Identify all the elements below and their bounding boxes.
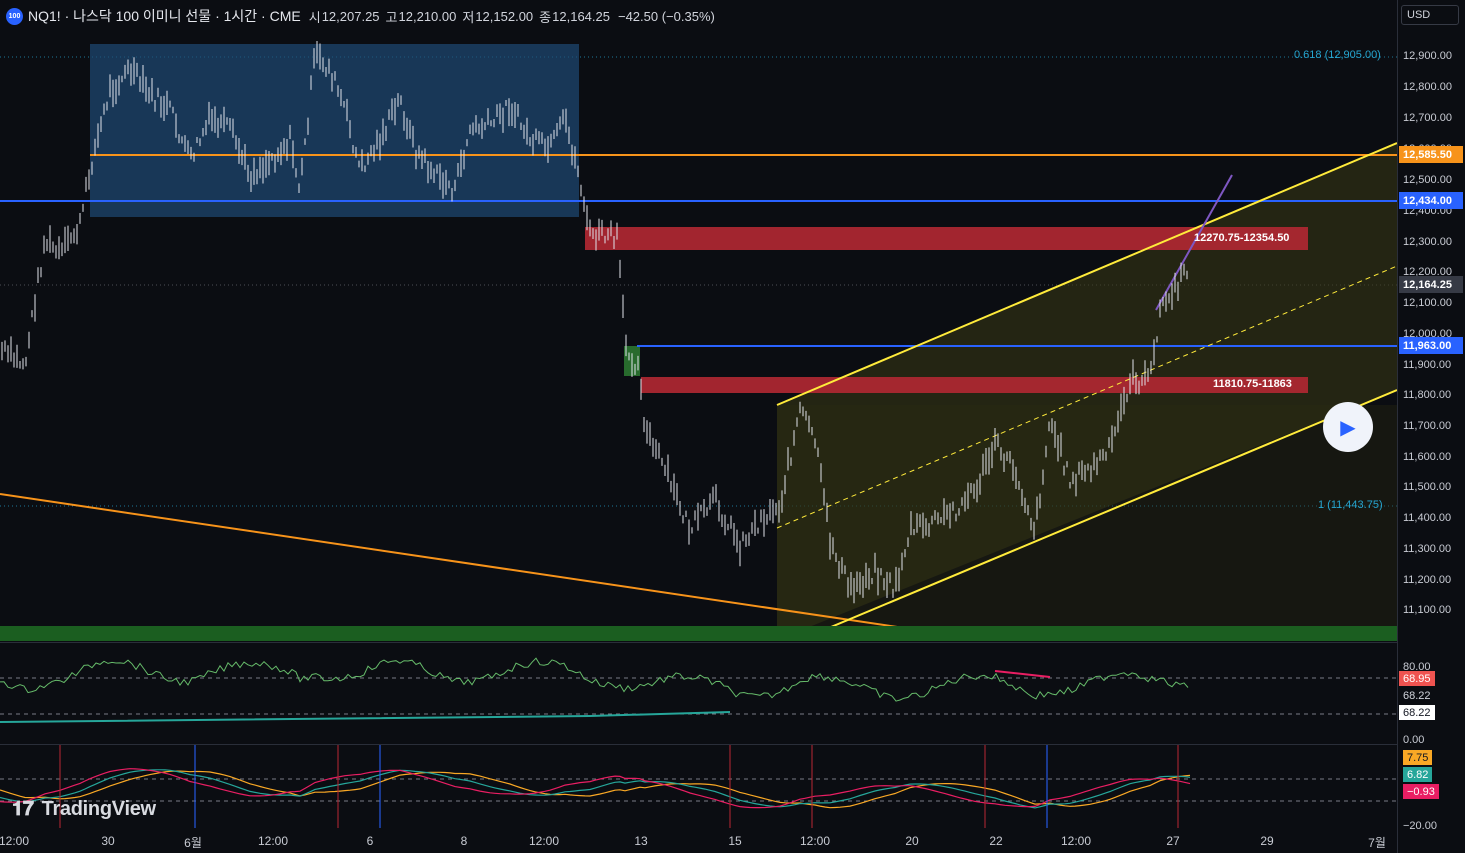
low-label: 저 (462, 9, 475, 25)
change-value: −42.50 (−0.35%) (617, 8, 715, 24)
time-axis-label: 12:00 (799, 834, 831, 848)
price-axis-label: 12,300.00 (1403, 236, 1452, 248)
replay-play-button[interactable]: ▶ (1323, 402, 1373, 452)
time-axis-label: 30 (101, 834, 115, 848)
time-axis-label: 6 (366, 834, 374, 848)
time-axis-label: 7월 (1368, 836, 1386, 850)
macd-axis-minus20: −20.00 (1403, 820, 1437, 832)
time-axis-label: 29 (1260, 834, 1274, 848)
high-value: 12,210.00 (398, 8, 457, 24)
consolidation-box (90, 44, 579, 217)
play-icon: ▶ (1340, 416, 1356, 439)
macd-value-2: 6.82 (1403, 767, 1433, 782)
macd-line (0, 769, 1191, 809)
blue-upper-tag: 12,434.00 (1399, 192, 1463, 209)
time-axis-label: 12:00 (257, 834, 289, 848)
price-axis-label: 11,800.00 (1403, 389, 1452, 401)
orange-level-tag: 12,585.50 (1399, 146, 1463, 163)
price-axis-label: 11,100.00 (1403, 604, 1452, 616)
price-axis-label: 11,900.00 (1403, 359, 1452, 371)
macd-value-1: 7.75 (1403, 750, 1433, 765)
time-axis-label: 12:00 (1060, 834, 1092, 848)
open-value: 12,207.25 (321, 8, 380, 24)
rsi-divergence-line (0, 711, 731, 723)
price-axis-label: 12,500.00 (1403, 174, 1452, 186)
open-label: 시 (308, 9, 321, 25)
time-axis-label: 8 (460, 834, 468, 848)
price-axis-label: 12,900.00 (1403, 50, 1452, 62)
pane-separator-macd[interactable] (0, 744, 1397, 745)
green-support-band (0, 626, 1397, 641)
pane-separator-rsi[interactable] (0, 642, 1397, 643)
price-axis-label: 12,100.00 (1403, 297, 1452, 309)
time-axis-label: 12:00 (0, 834, 30, 848)
macd-value-3: −0.93 (1403, 784, 1439, 799)
rsi-value-2: 68.22 (1399, 688, 1435, 703)
symbol-header: 100 NQ1! · 나스닥 100 이미니 선물 · 1시간 · CME 시 … (6, 6, 715, 26)
nasdaq-100-badge-icon: 100 (6, 7, 23, 25)
price-axis-label: 11,600.00 (1403, 451, 1452, 463)
supply-zone-lower (641, 377, 1308, 393)
rsi-divergence-bear (994, 670, 1051, 678)
time-axis-label: 13 (634, 834, 648, 848)
high-label: 고 (385, 9, 398, 25)
currency-selector[interactable]: USD (1401, 5, 1459, 25)
time-axis-label: 15 (728, 834, 742, 848)
tradingview-logo[interactable]: 𝟏𝟕 TradingView (12, 798, 156, 821)
low-value: 12,152.00 (475, 8, 534, 24)
rsi-axis-0: 0.00 (1403, 734, 1425, 746)
symbol-title[interactable]: NQ1! · 나스닥 100 이미니 선물 · 1시간 · CME (28, 6, 301, 26)
close-value: 12,164.25 (552, 8, 610, 24)
price-axis-label: 12,700.00 (1403, 112, 1452, 124)
tradingview-mark-icon: 𝟏𝟕 (12, 798, 34, 820)
macd-lines (0, 745, 1191, 828)
time-axis-label: 22 (989, 834, 1003, 848)
price-axis-label: 11,500.00 (1403, 481, 1452, 493)
price-axis-label: 11,300.00 (1403, 543, 1452, 555)
rsi-lines (0, 657, 1189, 723)
rsi-value-3: 68.22 (1399, 705, 1435, 720)
last-price-tag: 12,164.25 (1399, 276, 1463, 293)
time-axis-label: 20 (905, 834, 919, 848)
price-chart-canvas[interactable] (0, 0, 1397, 853)
zone-upper-label: 12270.75-12354.50 (1194, 232, 1290, 244)
fib-1-label: 1 (11,443.75) (1318, 499, 1383, 511)
price-axis-label: 11,400.00 (1403, 512, 1452, 524)
time-axis-label: 12:00 (528, 834, 560, 848)
tradingview-wordmark: TradingView (41, 798, 156, 820)
rsi-line (0, 657, 1189, 702)
channel-base-box (777, 405, 1397, 640)
close-label: 종 (539, 9, 552, 25)
zone-lower-label: 11810.75-11863 (1213, 378, 1292, 390)
blue-lower-tag: 11,963.00 (1399, 337, 1463, 354)
time-axis-label: 27 (1166, 834, 1180, 848)
fib-618-label: 0.618 (12,905.00) (1294, 49, 1381, 61)
rsi-value-1: 68.95 (1399, 671, 1435, 686)
time-axis-label: 6월 (184, 836, 202, 850)
price-axis-label: 12,800.00 (1403, 81, 1452, 93)
price-axis-label: 11,200.00 (1403, 574, 1452, 586)
price-axis-label: 11,700.00 (1403, 420, 1452, 432)
